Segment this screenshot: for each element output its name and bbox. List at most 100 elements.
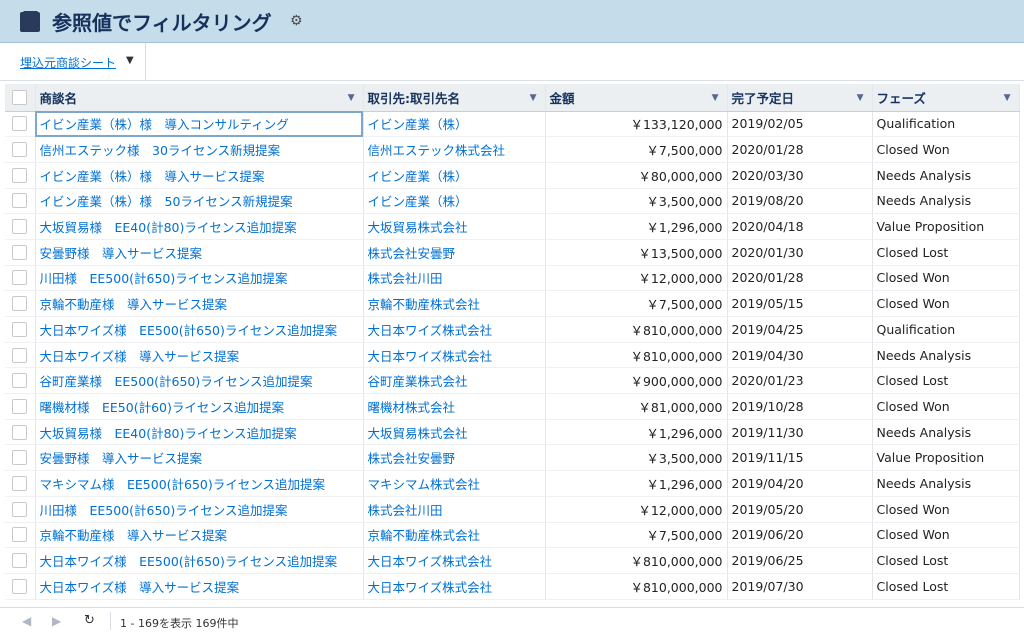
deal-name-link[interactable]: 大日本ワイズ様 EE500(計650)ライセンス追加提案 xyxy=(35,547,364,574)
checkbox[interactable] xyxy=(12,424,27,440)
deal-name-link[interactable]: 信州エステック様 30ライセンス新規提案 xyxy=(35,136,364,163)
table-row[interactable]: イビン産業（株）様 導入サービス提案 イビン産業（株） ￥80,000,000 202… xyxy=(5,162,1020,189)
account-name-link[interactable]: 京輪不動産株式会社 xyxy=(363,290,546,317)
table-row[interactable]: 川田様 EE500(計650)ライセンス追加提案 株式会社川田 ￥12,000,00… xyxy=(5,496,1020,523)
table-row[interactable]: 安曇野様 導入サービス提案 株式会社安曇野 ￥13,500,000 2020/01/3… xyxy=(5,239,1020,266)
deal-name-link[interactable]: イビン産業（株）様 導入サービス提案 xyxy=(35,162,364,189)
column-header-close-date[interactable]: 完了予定日 ▼ xyxy=(727,84,873,112)
checkbox[interactable] xyxy=(12,142,27,158)
checkbox[interactable] xyxy=(12,475,27,491)
row-checkbox[interactable] xyxy=(5,470,36,497)
account-name-link[interactable]: 大日本ワイズ株式会社 xyxy=(363,342,546,369)
account-name-link[interactable]: 大坂貿易株式会社 xyxy=(363,419,546,446)
select-all-checkbox[interactable] xyxy=(5,84,36,112)
row-checkbox[interactable] xyxy=(5,111,36,138)
deal-name-link[interactable]: 大日本ワイズ様 EE500(計650)ライセンス追加提案 xyxy=(35,316,364,343)
row-checkbox[interactable] xyxy=(5,496,36,523)
deal-name-link[interactable]: 大日本ワイズ様 導入サービス提案 xyxy=(35,573,364,600)
next-page-icon[interactable]: ▶ xyxy=(52,614,61,628)
checkbox[interactable] xyxy=(12,553,27,569)
table-row[interactable]: 信州エステック様 30ライセンス新規提案 信州エステック株式会社 ￥7,500,00… xyxy=(5,136,1020,163)
previous-page-icon[interactable]: ◀ xyxy=(22,614,31,628)
table-row[interactable]: 大日本ワイズ様 導入サービス提案 大日本ワイズ株式会社 ￥810,000,000 20… xyxy=(5,573,1020,600)
deal-name-link[interactable]: 安曇野様 導入サービス提案 xyxy=(35,444,364,472)
checkbox[interactable] xyxy=(12,501,27,517)
table-row[interactable]: イビン産業（株）様 導入コンサルティング イビン産業（株） ￥133,120,000… xyxy=(5,111,1020,138)
checkbox[interactable] xyxy=(12,321,27,337)
deal-name-link[interactable]: 京輪不動産様 導入サービス提案 xyxy=(35,290,364,317)
checkbox[interactable] xyxy=(12,296,27,312)
row-checkbox[interactable] xyxy=(5,162,36,189)
checkbox[interactable] xyxy=(12,219,27,235)
account-name-link[interactable]: イビン産業（株） xyxy=(363,111,546,138)
table-row[interactable]: 大日本ワイズ様 導入サービス提案 大日本ワイズ株式会社 ￥810,000,000 20… xyxy=(5,342,1020,369)
deal-name-link[interactable]: 川田様 EE500(計650)ライセンス追加提案 xyxy=(35,265,364,292)
deal-name-link[interactable]: 川田様 EE500(計650)ライセンス追加提案 xyxy=(35,496,364,523)
account-name-link[interactable]: 大日本ワイズ株式会社 xyxy=(363,316,546,343)
row-checkbox[interactable] xyxy=(5,213,36,240)
table-row[interactable]: マキシマム様 EE500(計650)ライセンス追加提案 マキシマム株式会社 ￥1,2… xyxy=(5,470,1020,497)
row-checkbox[interactable] xyxy=(5,444,36,472)
table-row[interactable]: イビン産業（株）様 50ライセンス新規提案 イビン産業（株） ￥3,500,000 2… xyxy=(5,188,1020,215)
column-header-amount[interactable]: 金額 ▼ xyxy=(545,84,728,112)
chevron-down-icon[interactable]: ▼ xyxy=(712,93,719,103)
table-row[interactable]: 安曇野様 導入サービス提案 株式会社安曇野 ￥3,500,000 2019/11/15… xyxy=(5,444,1020,472)
deal-name-link[interactable]: 安曇野様 導入サービス提案 xyxy=(35,239,364,266)
refresh-icon[interactable]: ↻ xyxy=(84,613,95,628)
gear-icon[interactable]: ⚙ xyxy=(290,13,303,29)
checkbox[interactable] xyxy=(12,450,27,466)
checkbox[interactable] xyxy=(12,398,27,414)
row-checkbox[interactable] xyxy=(5,573,36,600)
deal-name-link[interactable]: 谷町産業様 EE500(計650)ライセンス追加提案 xyxy=(35,367,364,395)
account-name-link[interactable]: イビン産業（株） xyxy=(363,162,546,189)
deal-name-link[interactable]: イビン産業（株）様 導入コンサルティング xyxy=(35,111,364,138)
checkbox[interactable] xyxy=(12,527,27,543)
account-name-link[interactable]: 大坂貿易株式会社 xyxy=(363,213,546,240)
account-name-link[interactable]: マキシマム株式会社 xyxy=(363,470,546,497)
table-row[interactable]: 大坂貿易様 EE40(計80)ライセンス追加提案 大坂貿易株式会社 ￥1,296,0… xyxy=(5,419,1020,446)
account-name-link[interactable]: 株式会社安曇野 xyxy=(363,239,546,266)
account-name-link[interactable]: 信州エステック株式会社 xyxy=(363,136,546,163)
deal-name-link[interactable]: イビン産業（株）様 50ライセンス新規提案 xyxy=(35,188,364,215)
table-row[interactable]: 川田様 EE500(計650)ライセンス追加提案 株式会社川田 ￥12,000,00… xyxy=(5,265,1020,292)
account-name-link[interactable]: 京輪不動産株式会社 xyxy=(363,522,546,549)
table-row[interactable]: 谷町産業様 EE500(計650)ライセンス追加提案 谷町産業株式会社 ￥900,0… xyxy=(5,367,1020,395)
deal-name-link[interactable]: 大坂貿易様 EE40(計80)ライセンス追加提案 xyxy=(35,213,364,240)
table-row[interactable]: 大坂貿易様 EE40(計80)ライセンス追加提案 大坂貿易株式会社 ￥1,296,0… xyxy=(5,213,1020,240)
account-name-link[interactable]: 大日本ワイズ株式会社 xyxy=(363,573,546,600)
checkbox[interactable] xyxy=(12,373,27,389)
checkbox[interactable] xyxy=(12,347,27,363)
account-name-link[interactable]: 株式会社安曇野 xyxy=(363,444,546,472)
account-name-link[interactable]: 大日本ワイズ株式会社 xyxy=(363,547,546,574)
row-checkbox[interactable] xyxy=(5,316,36,343)
account-name-link[interactable]: 曙機材株式会社 xyxy=(363,393,546,420)
deal-name-link[interactable]: マキシマム様 EE500(計650)ライセンス追加提案 xyxy=(35,470,364,497)
table-row[interactable]: 京輪不動産様 導入サービス提案 京輪不動産株式会社 ￥7,500,000 2019/0… xyxy=(5,522,1020,549)
row-checkbox[interactable] xyxy=(5,290,36,317)
table-row[interactable]: 大日本ワイズ様 EE500(計650)ライセンス追加提案 大日本ワイズ株式会社 ￥8… xyxy=(5,316,1020,343)
row-checkbox[interactable] xyxy=(5,522,36,549)
table-row[interactable]: 曙機材様 EE50(計60)ライセンス追加提案 曙機材株式会社 ￥81,000,00… xyxy=(5,393,1020,420)
deal-name-link[interactable]: 曙機材様 EE50(計60)ライセンス追加提案 xyxy=(35,393,364,420)
column-header-account[interactable]: 取引先:取引先名 ▼ xyxy=(363,84,546,112)
row-checkbox[interactable] xyxy=(5,419,36,446)
row-checkbox[interactable] xyxy=(5,136,36,163)
checkbox[interactable] xyxy=(12,244,27,260)
table-row[interactable]: 大日本ワイズ様 EE500(計650)ライセンス追加提案 大日本ワイズ株式会社 ￥8… xyxy=(5,547,1020,574)
checkbox[interactable] xyxy=(12,270,27,286)
column-header-deal[interactable]: 商談名 ▼ xyxy=(35,84,364,112)
sheet-tab[interactable]: 埋込元商談シート ▼ xyxy=(6,43,146,81)
row-checkbox[interactable] xyxy=(5,367,36,395)
account-name-link[interactable]: 谷町産業株式会社 xyxy=(363,367,546,395)
table-row[interactable]: 京輪不動産様 導入サービス提案 京輪不動産株式会社 ￥7,500,000 2019/0… xyxy=(5,290,1020,317)
deal-name-link[interactable]: 大坂貿易様 EE40(計80)ライセンス追加提案 xyxy=(35,419,364,446)
checkbox[interactable] xyxy=(12,167,27,183)
chevron-down-icon[interactable]: ▼ xyxy=(530,93,537,103)
row-checkbox[interactable] xyxy=(5,547,36,574)
checkbox[interactable] xyxy=(12,193,27,209)
row-checkbox[interactable] xyxy=(5,393,36,420)
account-name-link[interactable]: 株式会社川田 xyxy=(363,496,546,523)
account-name-link[interactable]: 株式会社川田 xyxy=(363,265,546,292)
deal-name-link[interactable]: 京輪不動産様 導入サービス提案 xyxy=(35,522,364,549)
chevron-down-icon[interactable]: ▼ xyxy=(857,93,864,103)
